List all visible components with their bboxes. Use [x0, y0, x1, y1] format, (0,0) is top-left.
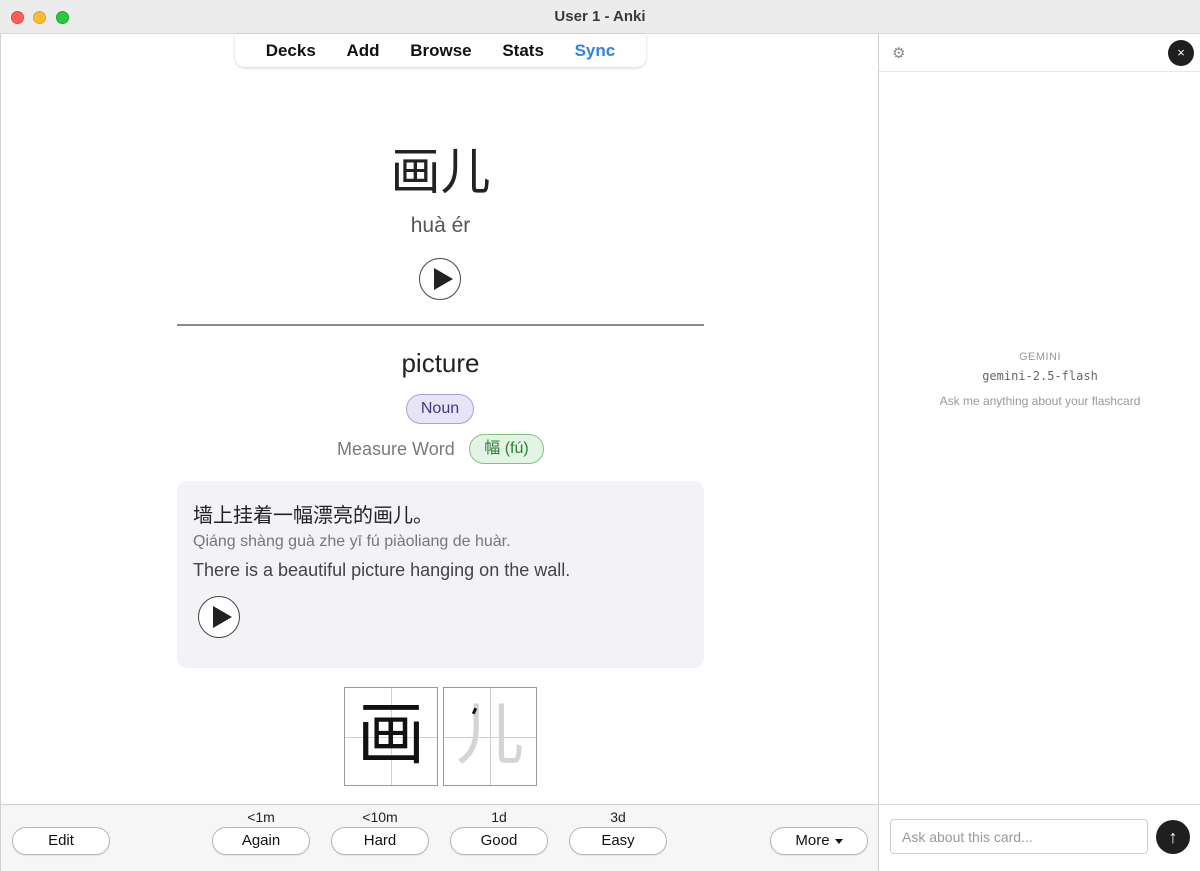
- edit-button[interactable]: Edit: [12, 827, 110, 855]
- close-panel-button[interactable]: ×: [1168, 40, 1194, 66]
- nav-browse[interactable]: Browse: [410, 41, 471, 61]
- measure-word-label: Measure Word: [337, 439, 455, 459]
- ai-assistant-panel: ⚙ × GEMINI gemini-2.5-flash Ask me anyth…: [878, 34, 1200, 871]
- sentence-audio-play-icon[interactable]: [198, 596, 240, 638]
- hard-button[interactable]: Hard: [331, 827, 429, 855]
- caret-down-icon: [834, 838, 843, 844]
- good-interval: 1d: [491, 809, 507, 825]
- example-english: There is a beautiful picture hanging on …: [193, 560, 571, 580]
- assistant-provider: GEMINI: [1018, 351, 1062, 363]
- assistant-model: gemini-2.5-flash: [982, 369, 1098, 383]
- card-meaning: picture: [401, 348, 480, 378]
- stroke-order-box-2: 儿: [443, 687, 537, 786]
- measure-word-badge: 幅 (fú): [469, 434, 544, 464]
- anki-window: User 1 - Anki Decks Add Browse Stats Syn…: [0, 0, 1200, 871]
- stroke-order-box-1: 画: [344, 687, 438, 786]
- assistant-header: ⚙ ×: [879, 34, 1200, 72]
- window-title: User 1 - Anki: [554, 8, 646, 25]
- nav-add[interactable]: Add: [346, 41, 379, 61]
- nav-sync[interactable]: Sync: [575, 41, 616, 61]
- example-pinyin: Qiáng shàng guà zhe yī fú piàoliang de h…: [193, 533, 511, 550]
- more-button[interactable]: More: [770, 827, 868, 855]
- easy-interval: 3d: [610, 809, 626, 825]
- again-interval: <1m: [247, 809, 275, 825]
- nav-decks[interactable]: Decks: [266, 41, 316, 61]
- stroke-char-2: 儿: [455, 696, 524, 775]
- easy-button[interactable]: Easy: [569, 827, 667, 855]
- title-bar: User 1 - Anki: [0, 0, 1200, 34]
- example-sentence-box: 墙上挂着一幅漂亮的画儿。 Qiáng shàng guà zhe yī fú p…: [177, 481, 704, 668]
- stroke-char-1: 画: [356, 696, 425, 775]
- more-button-label: More: [795, 832, 830, 849]
- word-audio-play-icon[interactable]: [419, 258, 461, 300]
- send-button[interactable]: ↑: [1156, 820, 1190, 854]
- card-pinyin: huà ér: [410, 214, 471, 237]
- card-hanzi: 画儿: [390, 143, 491, 201]
- nav-stats[interactable]: Stats: [502, 41, 544, 61]
- top-navigation: Decks Add Browse Stats Sync: [235, 34, 646, 67]
- part-of-speech-badge: Noun: [406, 394, 474, 424]
- example-chinese: 墙上挂着一幅漂亮的画儿。: [193, 503, 433, 527]
- hard-interval: <10m: [362, 809, 398, 825]
- answer-divider: [177, 324, 704, 326]
- gear-icon[interactable]: ⚙: [892, 44, 905, 62]
- review-pane: Decks Add Browse Stats Sync 画儿 huà ér pi…: [0, 34, 878, 804]
- good-button[interactable]: Good: [450, 827, 548, 855]
- assistant-input-area: ↑: [879, 804, 1200, 871]
- review-bottom-bar: Edit <1m Again <10m Hard 1d Good 3d Easy…: [0, 804, 878, 871]
- ask-card-input[interactable]: [890, 819, 1148, 854]
- again-button[interactable]: Again: [212, 827, 310, 855]
- assistant-hint: Ask me anything about your flashcard: [939, 394, 1141, 408]
